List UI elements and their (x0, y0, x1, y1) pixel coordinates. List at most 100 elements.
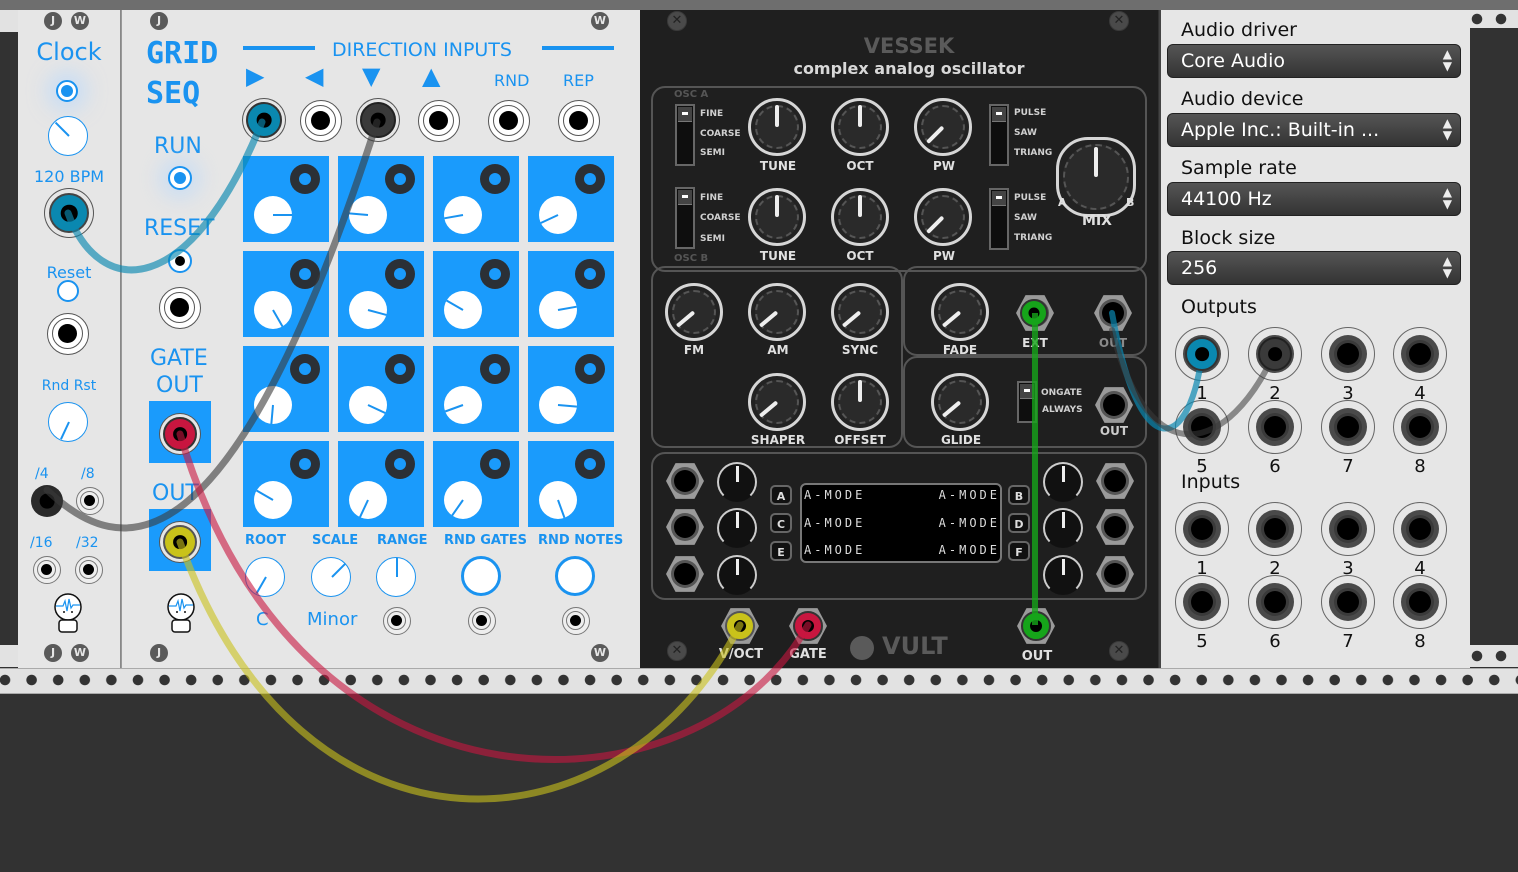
rnd-notes-cv-jack[interactable] (562, 607, 590, 635)
step-note-knob[interactable] (444, 481, 482, 519)
mod-a-amount-knob[interactable] (717, 462, 757, 502)
audio-input-jack-8[interactable] (1393, 575, 1447, 629)
osc-b-pw-knob[interactable] (914, 188, 972, 246)
osc-a-pw-knob[interactable] (914, 98, 972, 156)
div4-jack[interactable] (31, 485, 63, 517)
left-input-jack[interactable] (300, 100, 342, 142)
step-gate-button[interactable] (480, 259, 510, 289)
audio-output-jack-7[interactable] (1321, 400, 1375, 454)
step-note-knob[interactable] (349, 386, 387, 424)
step-note-knob[interactable] (539, 196, 577, 234)
glide-mode-switch[interactable] (1017, 381, 1037, 423)
audio-output-jack-4[interactable] (1393, 327, 1447, 381)
step-gate-button[interactable] (385, 354, 415, 384)
audio-output-jack-5[interactable] (1175, 400, 1229, 454)
reset-input-jack[interactable] (47, 313, 89, 355)
step-note-knob[interactable] (349, 481, 387, 519)
mix-knob[interactable] (1056, 137, 1136, 217)
step-gate-button[interactable] (480, 354, 510, 384)
step-note-knob[interactable] (444, 291, 482, 329)
rnd-gates-button[interactable] (461, 556, 501, 596)
mod-d-amount-knob[interactable] (1043, 508, 1083, 548)
step-gate-button[interactable] (385, 164, 415, 194)
audio-input-jack-6[interactable] (1248, 575, 1302, 629)
sync-knob[interactable] (831, 283, 889, 341)
mod-e-amount-knob[interactable] (717, 555, 757, 595)
step-gate-button[interactable] (290, 164, 320, 194)
fade-knob[interactable] (931, 283, 989, 341)
step-gate-button[interactable] (575, 259, 605, 289)
reset-button[interactable] (168, 249, 192, 273)
mod-c-amount-knob[interactable] (717, 508, 757, 548)
mod-f-button[interactable]: F (1008, 541, 1030, 561)
step-gate-button[interactable] (480, 164, 510, 194)
cv-out-jack[interactable] (163, 525, 197, 559)
rnd-rst-knob[interactable] (48, 402, 88, 442)
osc-a-wave-switch[interactable] (989, 104, 1009, 166)
audio-output-jack-6[interactable] (1248, 400, 1302, 454)
osc-b-oct-knob[interactable] (831, 188, 889, 246)
audio-input-jack-7[interactable] (1321, 575, 1375, 629)
mod-f-amount-knob[interactable] (1043, 555, 1083, 595)
step-note-knob[interactable] (254, 386, 292, 425)
range-cv-jack[interactable] (383, 607, 411, 635)
range-knob[interactable] (376, 557, 416, 597)
audio-driver-select[interactable]: Core Audio ▲ ▼ (1167, 44, 1461, 78)
osc-a-range-switch[interactable] (675, 104, 695, 166)
reset-button[interactable] (57, 280, 79, 302)
step-gate-button[interactable] (290, 449, 320, 479)
audio-input-jack-4[interactable] (1393, 502, 1447, 556)
osc-a-tune-knob[interactable] (748, 98, 806, 156)
main-out-plug[interactable] (1021, 611, 1051, 641)
step-note-knob[interactable] (348, 196, 387, 234)
step-note-knob[interactable] (254, 481, 292, 519)
right-input-jack[interactable] (246, 102, 282, 138)
bpm-knob[interactable] (48, 116, 88, 156)
audio-input-jack-5[interactable] (1175, 575, 1229, 629)
rnd-notes-button[interactable] (555, 556, 595, 596)
step-note-knob[interactable] (444, 386, 482, 424)
scale-knob[interactable] (311, 557, 351, 597)
block-size-select[interactable]: 256 ▲ ▼ (1167, 251, 1461, 285)
mod-a-button[interactable]: A (770, 485, 792, 505)
am-knob[interactable] (748, 283, 806, 341)
down-input-jack[interactable] (360, 102, 396, 138)
mod-d-button[interactable]: D (1008, 513, 1030, 533)
fm-knob[interactable] (665, 283, 723, 341)
run-button[interactable] (56, 80, 78, 102)
mod-b-amount-knob[interactable] (1043, 462, 1083, 502)
step-note-knob[interactable] (539, 481, 577, 519)
up-input-jack[interactable] (418, 100, 460, 142)
step-note-knob[interactable] (254, 196, 292, 234)
mod-e-button[interactable]: E (770, 541, 792, 561)
voct-plug[interactable] (725, 611, 755, 641)
run-button[interactable] (168, 166, 192, 190)
step-gate-button[interactable] (290, 354, 320, 384)
step-gate-button[interactable] (290, 259, 320, 289)
rnd-gates-cv-jack[interactable] (468, 607, 496, 635)
mod-c-button[interactable]: C (770, 513, 792, 533)
reset-input-jack[interactable] (159, 287, 201, 329)
step-gate-button[interactable] (385, 449, 415, 479)
step-note-knob[interactable] (539, 386, 578, 424)
div32-jack[interactable] (75, 556, 103, 584)
step-gate-button[interactable] (575, 164, 605, 194)
audio-input-jack-2[interactable] (1248, 502, 1302, 556)
osc-b-tune-knob[interactable] (748, 188, 806, 246)
sample-rate-select[interactable]: 44100 Hz ▲ ▼ (1167, 182, 1461, 216)
step-gate-button[interactable] (385, 259, 415, 289)
step-gate-button[interactable] (480, 449, 510, 479)
osc-a-oct-knob[interactable] (831, 98, 889, 156)
glide-knob[interactable] (931, 373, 989, 431)
audio-input-jack-1[interactable] (1175, 502, 1229, 556)
output-2-plug[interactable] (1258, 337, 1292, 371)
step-note-knob[interactable] (254, 291, 292, 329)
step-note-knob[interactable] (444, 196, 482, 234)
gate-out-jack[interactable] (163, 417, 197, 451)
audio-device-select[interactable]: Apple Inc.: Built-in ... ▲ ▼ (1167, 113, 1461, 147)
step-gate-button[interactable] (575, 354, 605, 384)
step-gate-button[interactable] (575, 449, 605, 479)
gate-plug[interactable] (793, 611, 823, 641)
step-note-knob[interactable] (539, 291, 577, 329)
step-note-knob[interactable] (349, 291, 387, 329)
